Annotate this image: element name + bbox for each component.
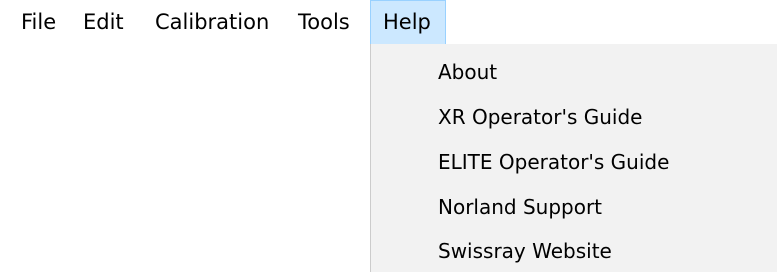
help-dropdown-menu: About XR Operator's Guide ELITE Operator…: [370, 44, 777, 272]
menu-calibration[interactable]: Calibration: [155, 0, 269, 45]
menu-item-xr-operators-guide[interactable]: XR Operator's Guide: [371, 94, 777, 140]
menu-item-about[interactable]: About: [371, 49, 777, 95]
menu-bar: File Edit Calibration Tools Help: [0, 0, 777, 45]
menu-help[interactable]: Help: [370, 0, 446, 45]
menu-item-norland-support[interactable]: Norland Support: [371, 184, 777, 230]
menu-tools[interactable]: Tools: [298, 0, 350, 45]
menu-edit[interactable]: Edit: [83, 0, 124, 45]
menu-item-swissray-website[interactable]: Swissray Website: [371, 228, 777, 272]
menu-file[interactable]: File: [21, 0, 56, 45]
menu-item-elite-operators-guide[interactable]: ELITE Operator's Guide: [371, 139, 777, 185]
application-window: File Edit Calibration Tools Help About X…: [0, 0, 777, 272]
